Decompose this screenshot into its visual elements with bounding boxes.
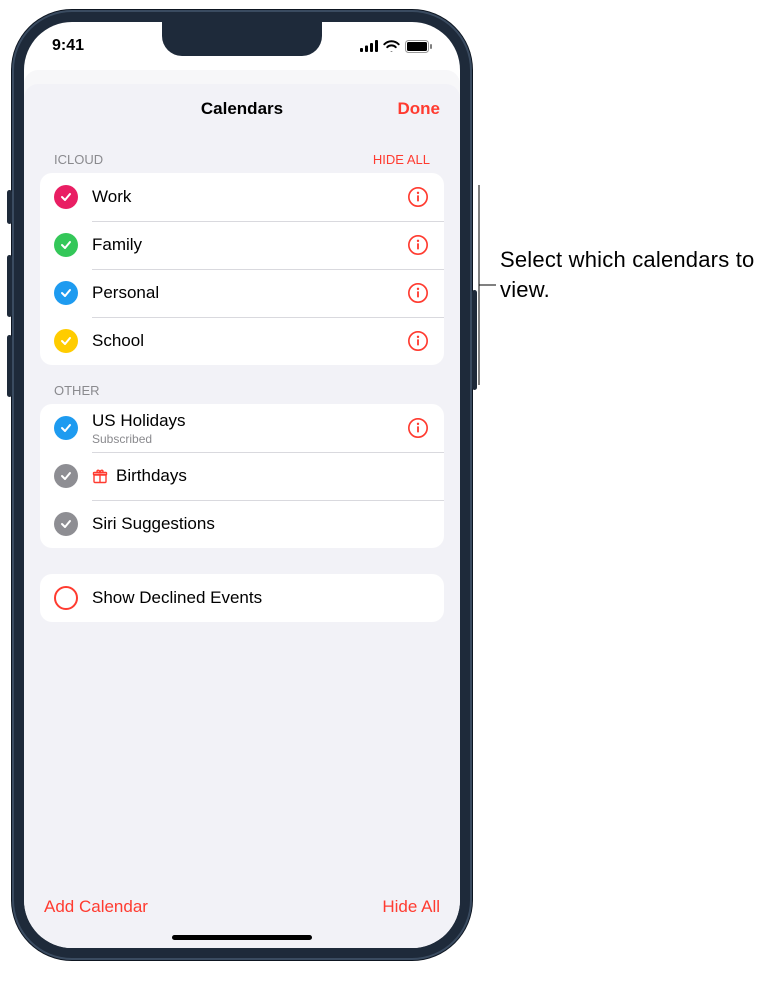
- callout-bracket: [478, 185, 496, 385]
- calendar-row-siri-suggestions[interactable]: Siri Suggestions: [40, 500, 444, 548]
- checkmark-icon: [54, 281, 78, 305]
- checkmark-icon: [54, 464, 78, 488]
- calendar-row-birthdays[interactable]: Birthdays: [40, 452, 444, 500]
- info-icon[interactable]: [406, 185, 430, 209]
- calendar-label: Family: [92, 235, 392, 255]
- notch: [162, 22, 322, 56]
- info-icon[interactable]: [406, 233, 430, 257]
- callout-text: Select which calendars to view.: [500, 245, 766, 304]
- checkmark-icon: [54, 416, 78, 440]
- other-group: US Holidays Subscribed: [40, 404, 444, 548]
- hide-all-button[interactable]: Hide All: [382, 897, 440, 917]
- declined-group: Show Declined Events: [40, 574, 444, 622]
- show-declined-events-row[interactable]: Show Declined Events: [40, 574, 444, 622]
- sheet-title: Calendars: [201, 99, 283, 119]
- show-declined-label: Show Declined Events: [92, 588, 430, 608]
- gift-icon: [92, 468, 108, 484]
- screen: 9:41: [24, 22, 460, 948]
- checkmark-icon: [54, 329, 78, 353]
- calendar-row-personal[interactable]: Personal: [40, 269, 444, 317]
- add-calendar-button[interactable]: Add Calendar: [44, 897, 148, 917]
- calendar-label: School: [92, 331, 392, 351]
- calendar-label: Work: [92, 187, 392, 207]
- section-header-other: OTHER: [40, 365, 444, 404]
- sheet-header: Calendars Done: [24, 84, 460, 134]
- iphone-frame: 9:41: [12, 10, 472, 960]
- volume-up-button: [7, 255, 12, 317]
- checkmark-icon: [54, 512, 78, 536]
- calendar-label-text: US Holidays: [92, 411, 392, 431]
- calendar-row-work[interactable]: Work: [40, 173, 444, 221]
- power-button: [472, 290, 477, 390]
- checkmark-icon: [54, 185, 78, 209]
- calendars-sheet: Calendars Done ICLOUD HIDE ALL Work: [24, 84, 460, 948]
- calendar-row-us-holidays[interactable]: US Holidays Subscribed: [40, 404, 444, 452]
- calendar-label: Birthdays: [92, 466, 430, 486]
- mute-switch: [7, 190, 12, 224]
- calendar-row-family[interactable]: Family: [40, 221, 444, 269]
- info-icon[interactable]: [406, 416, 430, 440]
- status-icons: [360, 40, 432, 53]
- cellular-icon: [360, 40, 378, 52]
- calendar-sublabel: Subscribed: [92, 432, 392, 446]
- section-title-icloud: ICLOUD: [54, 152, 103, 167]
- calendar-label: Siri Suggestions: [92, 514, 430, 534]
- calendar-label-text: Birthdays: [116, 466, 187, 486]
- home-indicator: [172, 935, 312, 940]
- sheet-content: ICLOUD HIDE ALL Work: [24, 134, 460, 948]
- section-title-other: OTHER: [54, 383, 100, 398]
- wifi-icon: [383, 40, 400, 52]
- checkmark-icon: [54, 233, 78, 257]
- hide-all-icloud-button[interactable]: HIDE ALL: [373, 152, 430, 167]
- icloud-group: Work Family: [40, 173, 444, 365]
- info-icon[interactable]: [406, 329, 430, 353]
- unchecked-circle-icon: [54, 586, 78, 610]
- battery-icon: [405, 40, 432, 53]
- volume-down-button: [7, 335, 12, 397]
- calendar-label: Personal: [92, 283, 392, 303]
- status-time: 9:41: [52, 37, 84, 55]
- calendar-label: US Holidays Subscribed: [92, 411, 392, 446]
- done-button[interactable]: Done: [398, 84, 441, 134]
- section-header-icloud: ICLOUD HIDE ALL: [40, 134, 444, 173]
- info-icon[interactable]: [406, 281, 430, 305]
- calendar-row-school[interactable]: School: [40, 317, 444, 365]
